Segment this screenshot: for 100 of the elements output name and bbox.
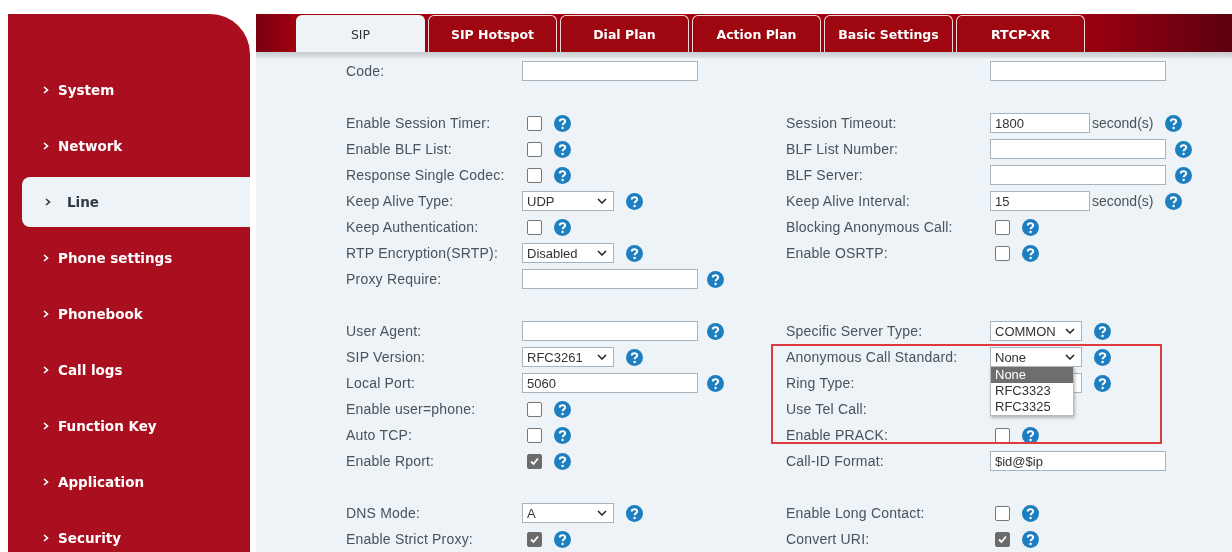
help-icon[interactable] xyxy=(626,348,643,366)
help-icon[interactable] xyxy=(626,504,643,522)
field-label: Proxy Require: xyxy=(346,271,442,287)
caret-icon xyxy=(597,354,607,360)
help-icon[interactable] xyxy=(626,244,643,262)
checkbox[interactable] xyxy=(995,505,1010,521)
checkbox[interactable] xyxy=(527,141,542,157)
text-field[interactable] xyxy=(522,321,698,341)
help-icon[interactable] xyxy=(1165,192,1183,210)
help-icon[interactable] xyxy=(1165,114,1183,132)
field-label: BLF List Number: xyxy=(786,141,899,157)
checkbox[interactable] xyxy=(995,531,1010,547)
tab[interactable]: RTCP-XR xyxy=(956,15,1085,52)
field-label: Anonymous Call Standard: xyxy=(786,349,958,365)
help-icon[interactable] xyxy=(1022,426,1039,444)
help-icon[interactable] xyxy=(554,530,571,548)
chevron-icon xyxy=(43,310,49,318)
sidebar-item[interactable]: Application xyxy=(8,457,250,507)
select-field[interactable]: Disabled xyxy=(522,243,614,263)
field-label: Call-ID Format: xyxy=(786,453,884,469)
help-icon[interactable] xyxy=(554,166,571,184)
field-label: User Agent: xyxy=(346,323,422,339)
sidebar-item[interactable]: Line xyxy=(22,177,250,227)
checkbox[interactable] xyxy=(527,427,542,443)
help-icon[interactable] xyxy=(1022,504,1039,522)
tab[interactable]: Dial Plan xyxy=(560,15,689,52)
select-field[interactable]: UDP xyxy=(522,191,614,211)
help-icon[interactable] xyxy=(554,114,571,132)
checkbox[interactable] xyxy=(995,427,1010,443)
tab[interactable]: SIP xyxy=(296,15,425,52)
text-field[interactable] xyxy=(522,269,698,289)
tab[interactable]: Action Plan xyxy=(692,15,821,52)
field-label: Auto TCP: xyxy=(346,427,413,443)
field-label: Enable PRACK: xyxy=(786,427,889,443)
select-field[interactable]: None xyxy=(990,347,1082,367)
checkbox[interactable] xyxy=(527,115,542,131)
sidebar-item[interactable]: Phonebook xyxy=(8,289,250,339)
tab[interactable]: SIP Hotspot xyxy=(428,15,557,52)
help-icon[interactable] xyxy=(554,400,571,418)
select-field[interactable]: RFC3261 xyxy=(522,347,614,367)
checkbox[interactable] xyxy=(527,167,542,183)
text-field[interactable]: 15 xyxy=(990,191,1090,211)
field-label: Session Timeout: xyxy=(786,115,897,131)
chevron-icon xyxy=(43,534,49,542)
field-label: Local Port: xyxy=(346,375,416,391)
text-field[interactable]: $id@$ip xyxy=(990,451,1166,471)
help-icon[interactable] xyxy=(1022,530,1039,548)
checkbox[interactable] xyxy=(995,219,1010,235)
help-icon[interactable] xyxy=(1175,140,1192,158)
select-field[interactable]: COMMON xyxy=(990,321,1082,341)
help-icon[interactable] xyxy=(707,322,724,340)
caret-icon xyxy=(597,510,607,516)
help-icon[interactable] xyxy=(1094,322,1111,340)
chevron-icon xyxy=(43,254,49,262)
checkbox[interactable] xyxy=(527,453,542,469)
chevron-icon xyxy=(45,198,51,206)
sidebar-item[interactable]: Function Key xyxy=(8,401,250,451)
unit-label: second(s) xyxy=(1092,193,1154,209)
checkbox[interactable] xyxy=(527,401,542,417)
text-field[interactable] xyxy=(990,139,1166,159)
field-label: Enable Long Contact: xyxy=(786,505,925,521)
help-icon[interactable] xyxy=(554,218,571,236)
dropdown-option[interactable]: RFC3323 xyxy=(991,383,1073,399)
help-icon[interactable] xyxy=(1022,218,1039,236)
help-icon[interactable] xyxy=(707,374,724,392)
help-icon[interactable] xyxy=(554,452,571,470)
chevron-icon xyxy=(43,478,49,486)
help-icon[interactable] xyxy=(1094,348,1111,366)
chevron-icon xyxy=(43,422,49,430)
checkbox[interactable] xyxy=(527,531,542,547)
help-icon[interactable] xyxy=(707,270,724,288)
sidebar-item[interactable]: Call logs xyxy=(8,345,250,395)
text-field[interactable]: 1800 xyxy=(990,113,1090,133)
checkbox[interactable] xyxy=(995,245,1010,261)
sidebar-item[interactable]: Network xyxy=(8,121,250,171)
checkbox[interactable] xyxy=(527,219,542,235)
help-icon[interactable] xyxy=(1094,374,1111,392)
text-field[interactable] xyxy=(522,61,698,81)
chevron-icon xyxy=(43,86,49,94)
dropdown-option[interactable]: None xyxy=(991,367,1073,383)
help-icon[interactable] xyxy=(554,140,571,158)
text-field[interactable] xyxy=(990,61,1166,81)
sidebar-item[interactable]: System xyxy=(8,65,250,115)
sidebar-item[interactable]: Security xyxy=(8,513,250,552)
help-icon[interactable] xyxy=(626,192,643,210)
sidebar-item[interactable]: Phone settings xyxy=(8,233,250,283)
dropdown-option[interactable]: RFC3325 xyxy=(991,399,1073,415)
select-field[interactable]: A xyxy=(522,503,614,523)
field-label: Use Tel Call: xyxy=(786,401,867,417)
help-icon[interactable] xyxy=(1022,244,1039,262)
field-label: Keep Alive Type: xyxy=(346,193,454,209)
field-label: Specific Server Type: xyxy=(786,323,923,339)
help-icon[interactable] xyxy=(554,426,571,444)
tab[interactable]: Basic Settings xyxy=(824,15,953,52)
help-icon[interactable] xyxy=(1175,166,1192,184)
text-field[interactable]: 5060 xyxy=(522,373,698,393)
caret-icon xyxy=(1065,354,1075,360)
field-label: SIP Version: xyxy=(346,349,426,365)
text-field[interactable] xyxy=(990,165,1166,185)
field-label: Enable Strict Proxy: xyxy=(346,531,473,547)
